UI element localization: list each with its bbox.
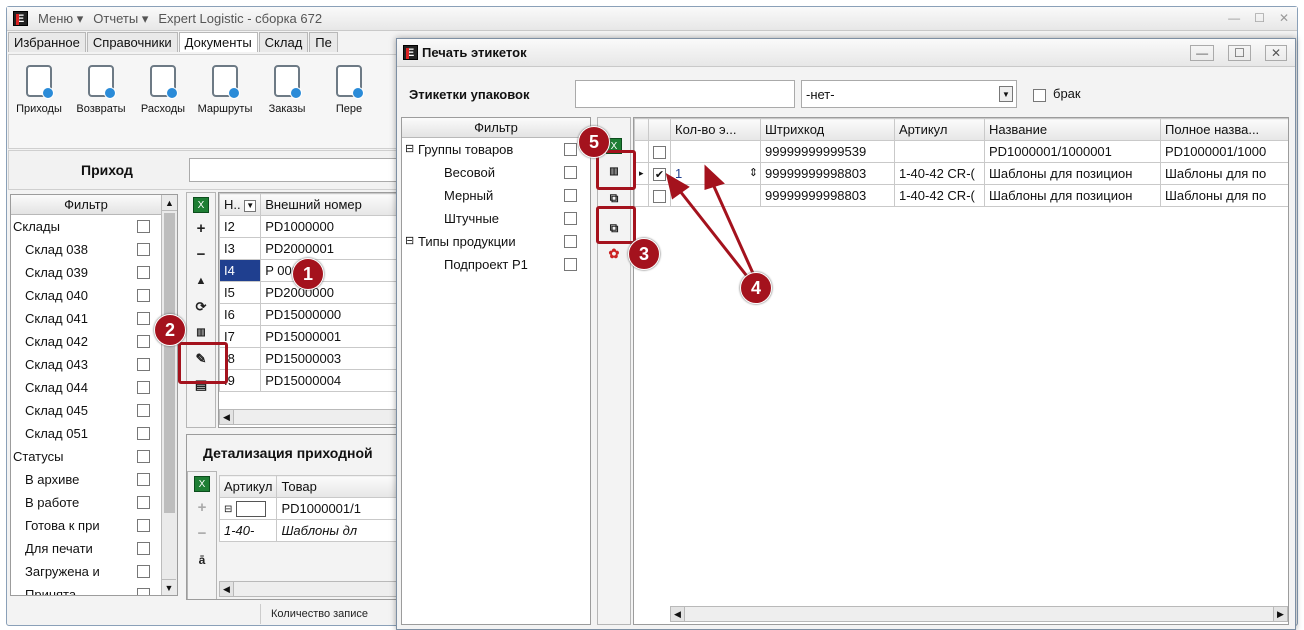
badge-5: 5 bbox=[578, 126, 610, 158]
badge-2: 2 bbox=[154, 314, 186, 346]
arrow-to-quantity bbox=[710, 181, 758, 281]
arrow-head-quantity bbox=[704, 164, 725, 191]
arrow-to-checkbox bbox=[674, 185, 752, 281]
badge-3: 3 bbox=[628, 238, 660, 270]
badge-4: 4 bbox=[740, 272, 772, 304]
annotation-arrows bbox=[665, 164, 758, 281]
arrow-head-checkbox bbox=[665, 172, 690, 200]
badge-1: 1 bbox=[292, 258, 324, 290]
